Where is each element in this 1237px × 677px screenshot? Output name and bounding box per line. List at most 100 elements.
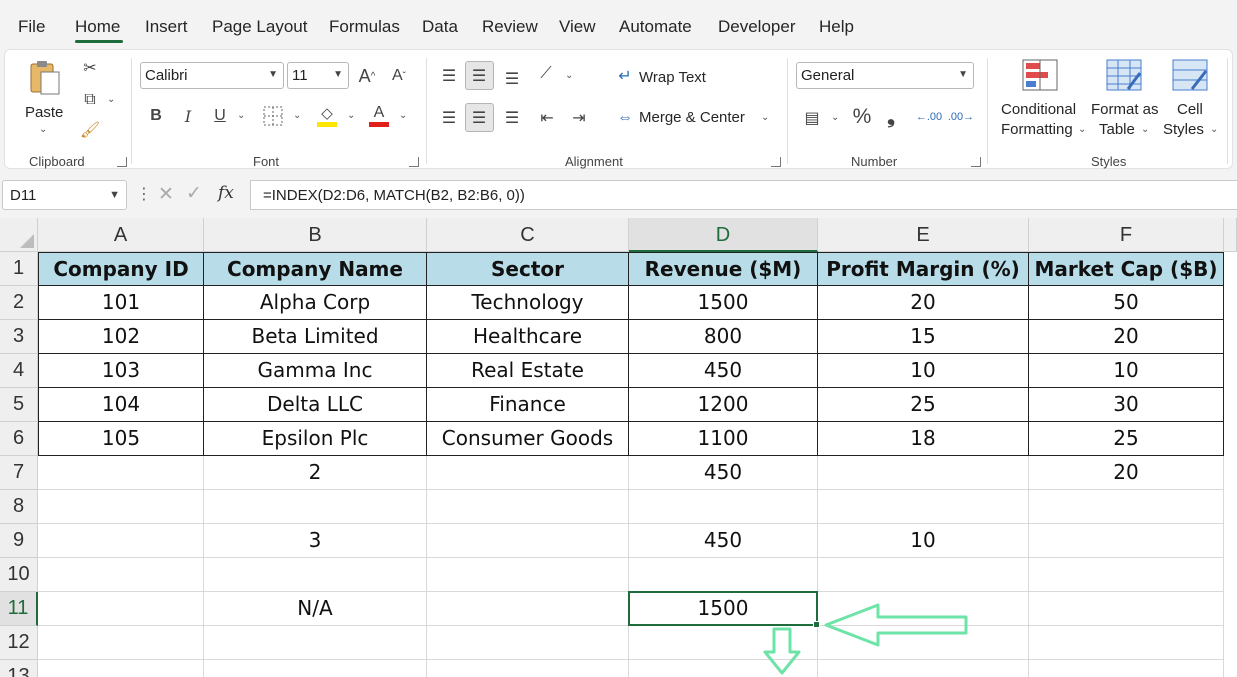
row-header-5[interactable]: 5 (0, 388, 38, 422)
table-cell[interactable]: Gamma Inc (204, 354, 427, 388)
tab-home[interactable]: Home (75, 17, 120, 37)
tab-insert[interactable]: Insert (145, 17, 188, 37)
increase-decimal-icon[interactable]: ← .00 (915, 104, 943, 130)
grid-cell[interactable] (427, 660, 629, 677)
align-right-icon[interactable]: ☰ (500, 106, 524, 130)
insert-function-button[interactable]: fx (218, 183, 234, 203)
row-header-10[interactable]: 10 (0, 558, 38, 592)
table-cell[interactable]: 18 (818, 422, 1029, 456)
decrease-decimal-icon[interactable]: .00 → (947, 104, 975, 130)
grid-cell[interactable] (629, 558, 818, 592)
table-cell[interactable]: 103 (38, 354, 204, 388)
grid-cell[interactable] (1029, 490, 1224, 524)
paste-icon[interactable] (25, 58, 65, 98)
font-size-select[interactable]: 11 ▼ (287, 62, 349, 89)
tab-help[interactable]: Help (819, 17, 854, 37)
grid-cell[interactable] (204, 558, 427, 592)
increase-indent-icon[interactable]: ⇥ (567, 106, 591, 130)
grid-cell[interactable] (427, 626, 629, 660)
row-header-11[interactable]: 11 (0, 592, 38, 626)
grid-cell[interactable] (818, 456, 1029, 490)
table-cell[interactable]: 1500 (629, 286, 818, 320)
tab-review[interactable]: Review (482, 17, 538, 37)
grid-cell[interactable] (38, 490, 204, 524)
grid-cell[interactable]: 2 (204, 456, 427, 490)
name-box[interactable]: D11 ▼ (2, 180, 127, 210)
table-header-cell[interactable]: Profit Margin (%) (818, 252, 1029, 286)
row-header-7[interactable]: 7 (0, 456, 38, 490)
table-cell[interactable]: 25 (1029, 422, 1224, 456)
table-cell[interactable]: Beta Limited (204, 320, 427, 354)
table-cell[interactable]: 1100 (629, 422, 818, 456)
tab-data[interactable]: Data (422, 17, 458, 37)
grid-cell[interactable] (629, 490, 818, 524)
align-left-icon[interactable]: ☰ (437, 106, 461, 130)
bold-button[interactable]: B (145, 104, 167, 128)
grow-font-icon[interactable]: A ^ (355, 64, 379, 88)
row-header-3[interactable]: 3 (0, 320, 38, 354)
tab-formulas[interactable]: Formulas (329, 17, 400, 37)
row-header-13[interactable]: 13 (0, 660, 38, 677)
table-cell[interactable]: 101 (38, 286, 204, 320)
more-options-icon[interactable]: ⋮ (136, 184, 152, 204)
table-cell[interactable]: Epsilon Plc (204, 422, 427, 456)
orientation-icon[interactable]: ⟋ (533, 62, 559, 86)
tab-automate[interactable]: Automate (619, 17, 692, 37)
merge-center-icon[interactable]: ⇔ (613, 106, 637, 130)
row-header-4[interactable]: 4 (0, 354, 38, 388)
row-header-12[interactable]: 12 (0, 626, 38, 660)
enter-icon[interactable]: ✓ (186, 182, 202, 205)
table-cell[interactable]: 102 (38, 320, 204, 354)
column-header-b[interactable]: B (204, 218, 427, 252)
table-cell[interactable]: 15 (818, 320, 1029, 354)
table-cell[interactable]: 800 (629, 320, 818, 354)
grid-cell[interactable] (38, 524, 204, 558)
row-header-6[interactable]: 6 (0, 422, 38, 456)
tab-file[interactable]: File (18, 17, 45, 37)
grid-cell[interactable] (427, 592, 629, 626)
grid-cell[interactable] (427, 524, 629, 558)
paste-dropdown-icon[interactable]: ⌄ (39, 124, 47, 135)
comma-style-button[interactable]: ❟ (881, 104, 901, 130)
table-header-cell[interactable]: Sector (427, 252, 629, 286)
grid-cell[interactable]: N/A (204, 592, 427, 626)
decrease-indent-icon[interactable]: ⇤ (535, 106, 559, 130)
chevron-down-icon[interactable]: ⌄ (1141, 124, 1149, 135)
tab-page-layout[interactable]: Page Layout (212, 17, 307, 37)
table-cell[interactable]: 50 (1029, 286, 1224, 320)
table-cell[interactable]: Delta LLC (204, 388, 427, 422)
copy-dropdown-icon[interactable]: ⌄ (107, 94, 115, 105)
font-color-icon[interactable]: A (367, 102, 391, 128)
column-header-a[interactable]: A (38, 218, 204, 252)
grid-cell[interactable] (38, 558, 204, 592)
table-cell[interactable]: 105 (38, 422, 204, 456)
copy-icon[interactable]: ⧉ (77, 88, 103, 112)
table-cell[interactable]: Finance (427, 388, 629, 422)
grid-cell[interactable] (38, 660, 204, 677)
table-cell[interactable]: Consumer Goods (427, 422, 629, 456)
borders-dropdown-icon[interactable]: ⌄ (293, 110, 301, 121)
grid-cell[interactable] (1029, 558, 1224, 592)
chevron-down-icon[interactable]: ⌄ (1078, 124, 1086, 135)
wrap-text-icon[interactable]: ↵ (613, 64, 637, 88)
column-header-e[interactable]: E (818, 218, 1029, 252)
number-format-select[interactable]: General ▼ (796, 62, 974, 89)
table-header-cell[interactable]: Company Name (204, 252, 427, 286)
format-as-table-label-1[interactable]: Format as (1091, 101, 1159, 118)
grid-cell[interactable] (818, 660, 1029, 677)
grid-cell[interactable] (1029, 626, 1224, 660)
table-cell[interactable]: Alpha Corp (204, 286, 427, 320)
cell-styles-label-2[interactable]: Styles (1163, 121, 1204, 138)
grid-cell[interactable] (38, 592, 204, 626)
select-all-corner[interactable] (0, 218, 38, 252)
grid-cell[interactable] (204, 660, 427, 677)
table-cell[interactable]: 30 (1029, 388, 1224, 422)
formula-input[interactable]: =INDEX(D2:D6, MATCH(B2, B2:B6, 0)) (250, 180, 1237, 210)
tab-view[interactable]: View (559, 17, 596, 37)
underline-button[interactable]: U (209, 104, 231, 128)
wrap-text-button[interactable]: Wrap Text (639, 69, 706, 86)
grid-cell[interactable] (204, 626, 427, 660)
grid-cell[interactable]: 3 (204, 524, 427, 558)
table-cell[interactable]: Real Estate (427, 354, 629, 388)
row-header-1[interactable]: 1 (0, 252, 38, 286)
